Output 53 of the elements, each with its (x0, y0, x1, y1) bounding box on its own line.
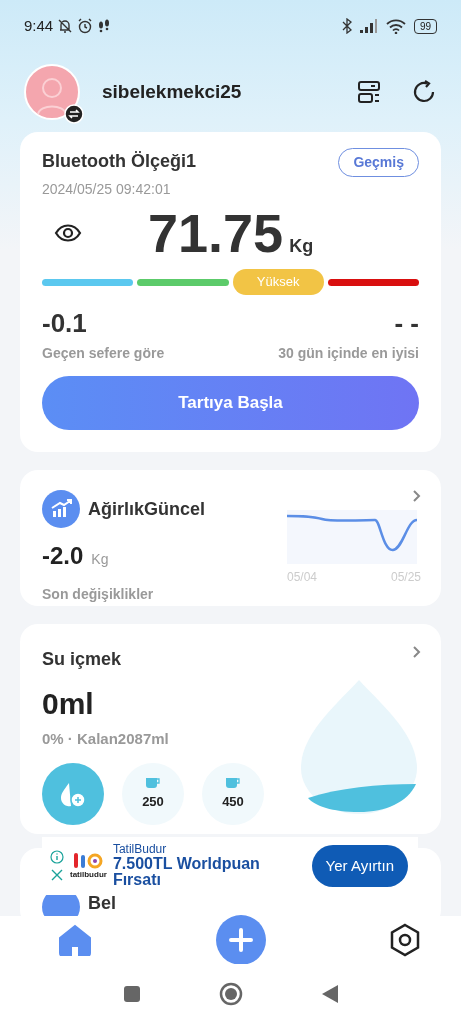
home-button[interactable] (218, 982, 243, 1006)
timestamp: 2024/05/25 09:42:01 (42, 180, 172, 199)
status-time: 9:44 (24, 15, 54, 36)
device-title: Bluetooth Ölçeği1 (42, 150, 196, 173)
footprints-icon (97, 18, 112, 34)
avatar (24, 64, 80, 120)
chevron-right-icon[interactable] (413, 490, 421, 502)
cup-icon (145, 775, 161, 788)
home-tab[interactable] (58, 924, 92, 956)
weight-change-value: -2.0 (42, 541, 84, 571)
recents-button[interactable] (122, 985, 141, 1003)
swap-icon[interactable] (64, 104, 84, 124)
start-weighing-button[interactable]: Tartıya Başla (42, 376, 419, 430)
bell-off-icon (57, 18, 74, 34)
signal-icon (359, 19, 378, 33)
cup-button[interactable]: 450 (202, 762, 264, 825)
battery-indicator: 99 (413, 18, 437, 34)
add-button[interactable] (215, 915, 266, 965)
best-value: - - (393, 307, 419, 340)
wifi-icon (385, 18, 406, 34)
brand-logo-icon (73, 851, 104, 869)
bluetooth-icon (341, 18, 352, 34)
advertiser-name: TatilBudur (112, 842, 168, 856)
best-label: 30 gün içinde en iyisi (278, 344, 419, 363)
water-summary: 0% · Kalan2087ml (42, 729, 170, 749)
history-button[interactable]: Geçmiş (338, 148, 419, 177)
layout-icon[interactable] (357, 80, 381, 104)
water-title: Su içmek (42, 648, 123, 671)
brand-name: tatilbudur (70, 869, 107, 881)
change-label: Geçen sefere göre (42, 344, 165, 363)
alarm-icon (77, 18, 94, 34)
username: sibelekmekci25 (102, 79, 243, 104)
eye-icon[interactable] (54, 223, 82, 243)
ad-headline: 7.500TL Worldpuan Fırsatı (112, 855, 261, 890)
cup-button[interactable]: 250 (122, 762, 184, 825)
water-amount: 0ml (42, 686, 95, 722)
weight-trend-title: AğirlıkGüncel (88, 497, 206, 521)
weight-change-unit: Kg (91, 550, 109, 569)
book-button[interactable]: Yer Ayırtın (311, 844, 408, 888)
weight-change-caption: Son değişiklikler (42, 585, 155, 604)
cup-icon (225, 775, 241, 788)
chevron-right-icon[interactable] (413, 646, 421, 658)
weight-value: 71.75 (148, 206, 284, 260)
settings-tab[interactable] (389, 923, 421, 957)
refresh-icon[interactable] (411, 79, 437, 105)
back-button[interactable] (320, 984, 339, 1004)
close-icon[interactable] (50, 868, 64, 882)
weight-unit: Kg (289, 235, 314, 258)
range-badge: Yüksek (232, 269, 324, 295)
card-title: Bel (88, 894, 116, 912)
chart-icon (42, 490, 80, 528)
change-value: -0.1 (42, 307, 88, 340)
info-icon[interactable] (50, 850, 64, 864)
